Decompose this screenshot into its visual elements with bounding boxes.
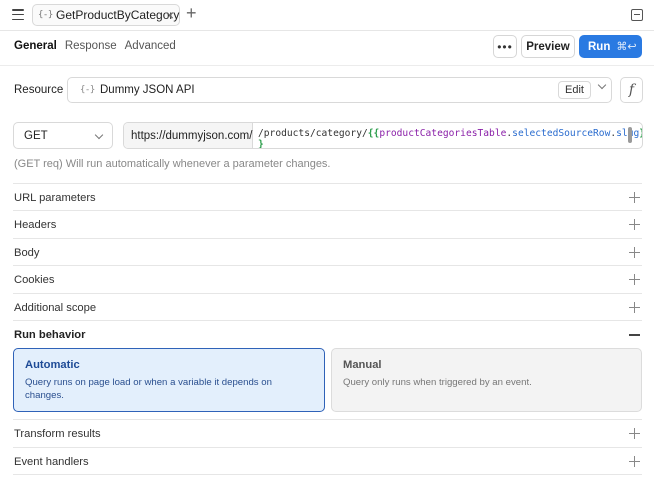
chevron-down-icon: [94, 130, 104, 140]
section-label: Event handlers: [14, 456, 89, 468]
template-property: selectedSourceRow: [512, 128, 611, 139]
divider: [0, 65, 654, 66]
run-hint-text: (GET req) Will run automatically wheneve…: [14, 158, 331, 170]
section-body[interactable]: Body: [13, 238, 642, 265]
section-event-handlers[interactable]: Event handlers: [13, 447, 642, 474]
add-query-icon[interactable]: +: [186, 4, 197, 22]
section-transform-results[interactable]: Transform results: [13, 419, 642, 446]
section-label: Run behavior: [14, 329, 86, 341]
template-variable: productCategoriesTable: [379, 128, 507, 139]
preview-button[interactable]: Preview: [521, 35, 575, 58]
editor-tabs: General Response Advanced: [14, 40, 176, 52]
option-title: Manual: [343, 359, 382, 371]
template-close-brace-wrap: }: [258, 139, 264, 149]
rest-query-icon: {-}: [38, 10, 53, 20]
url-field[interactable]: https://dummyjson.com/ /products/categor…: [123, 122, 643, 149]
section-url-parameters[interactable]: URL parameters: [13, 183, 642, 210]
chevron-down-icon[interactable]: [597, 80, 607, 90]
run-button[interactable]: Run ⌘↩: [579, 35, 642, 58]
close-icon[interactable]: ×: [166, 7, 174, 23]
more-options-button[interactable]: •••: [493, 35, 517, 58]
resource-label: Resource: [14, 84, 64, 96]
plus-icon[interactable]: [629, 247, 640, 258]
run-behavior-automatic-option[interactable]: Automatic Query runs on page load or whe…: [13, 348, 325, 412]
plus-icon[interactable]: [629, 192, 640, 203]
plus-icon[interactable]: [629, 302, 640, 313]
run-shortcut-hint: ⌘↩: [616, 40, 637, 53]
section-cookies[interactable]: Cookies: [13, 265, 642, 292]
section-run-behavior[interactable]: Run behavior: [13, 320, 642, 347]
base-url: https://dummyjson.com/: [124, 123, 253, 148]
query-tab[interactable]: {-} GetProductByCategory ×: [32, 4, 180, 26]
http-method-select[interactable]: GET: [13, 122, 113, 149]
plus-icon[interactable]: [629, 428, 640, 439]
template-close-brace: }: [639, 128, 642, 139]
plus-icon[interactable]: [629, 219, 640, 230]
section-headers[interactable]: Headers: [13, 210, 642, 237]
section-label: Transform results: [14, 428, 101, 440]
option-title: Automatic: [25, 359, 80, 371]
tab-response[interactable]: Response: [65, 40, 117, 52]
resource-select[interactable]: {-} Dummy JSON API Edit: [67, 77, 612, 103]
url-path-prefix: /products/category/: [258, 128, 368, 139]
plus-icon[interactable]: [629, 456, 640, 467]
function-toggle-button[interactable]: f: [620, 77, 643, 103]
section-label: Body: [14, 247, 40, 259]
run-button-label: Run: [588, 40, 611, 53]
run-behavior-manual-option[interactable]: Manual Query only runs when triggered by…: [331, 348, 642, 412]
http-method-value: GET: [24, 129, 48, 142]
tab-advanced[interactable]: Advanced: [125, 40, 176, 52]
section-label: URL parameters: [14, 192, 96, 204]
query-tab-bar: {-} GetProductByCategory × +: [0, 0, 654, 31]
menu-icon[interactable]: [12, 9, 24, 20]
plus-icon[interactable]: [629, 274, 640, 285]
edit-resource-button[interactable]: Edit: [558, 81, 591, 99]
rest-api-icon: {-}: [80, 85, 95, 95]
query-tab-label: GetProductByCategory: [56, 8, 180, 22]
section-label: Additional scope: [14, 302, 97, 314]
resource-name: Dummy JSON API: [100, 84, 195, 96]
collapse-panel-icon[interactable]: [631, 9, 643, 21]
option-description: Query runs on page load or when a variab…: [25, 377, 272, 401]
section-label: Cookies: [14, 274, 55, 286]
option-description: Query only runs when triggered by an eve…: [343, 377, 532, 388]
url-path-input[interactable]: /products/category/{{productCategoriesTa…: [258, 128, 642, 148]
template-open-brace: {{: [367, 128, 380, 139]
section-label: Headers: [14, 219, 57, 231]
divider: [13, 474, 642, 475]
scrollbar[interactable]: [628, 127, 632, 143]
tab-general[interactable]: General: [14, 40, 57, 52]
section-additional-scope[interactable]: Additional scope: [13, 293, 642, 320]
minus-icon[interactable]: [629, 329, 640, 340]
